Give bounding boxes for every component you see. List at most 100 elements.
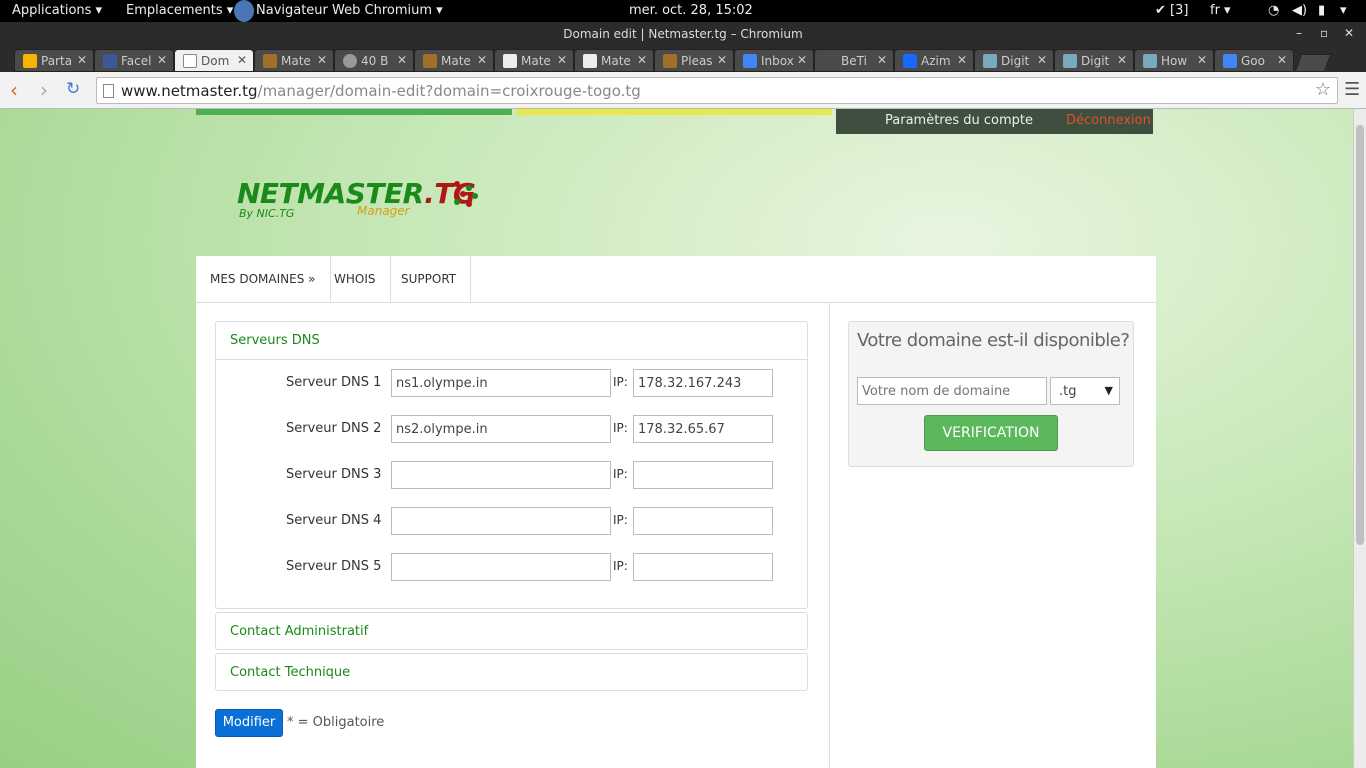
tab[interactable]: Parta ✕ (14, 49, 94, 72)
nav-whois[interactable]: WHOIS (320, 256, 391, 303)
dns-4-host-input[interactable] (391, 507, 611, 535)
modify-button[interactable]: Modifier (215, 709, 283, 737)
close-tab-icon[interactable]: ✕ (877, 53, 887, 67)
clock[interactable]: mer. oct. 28, 15:02 (629, 3, 753, 18)
close-tab-icon[interactable]: ✕ (1037, 53, 1047, 67)
dns-2-ip-input[interactable] (633, 415, 773, 443)
close-tab-icon[interactable]: ✕ (77, 53, 87, 67)
battery-icon[interactable]: ▮ (1318, 3, 1325, 18)
system-top-bar: Applications ▾ Emplacements ▾ Navigateur… (0, 0, 1366, 22)
updates-indicator[interactable]: ✔ [3] (1155, 3, 1188, 18)
volume-icon[interactable]: ◀) (1292, 3, 1307, 18)
minimize-icon[interactable]: – (1296, 26, 1302, 40)
back-icon[interactable]: ‹ (10, 78, 18, 102)
close-tab-icon[interactable]: ✕ (957, 53, 967, 67)
dns-1-ip-label: IP: (613, 375, 628, 389)
url-host: www.netmaster.tg (121, 82, 258, 100)
page-scrollbar[interactable] (1353, 109, 1366, 768)
tab[interactable]: Goo ✕ (1214, 49, 1294, 72)
tab-label: Inbox (761, 54, 794, 68)
close-tab-icon[interactable]: ✕ (157, 53, 167, 67)
tab[interactable]: BeTi ✕ (814, 49, 894, 72)
nav-my-domains[interactable]: MES DOMAINES » (196, 256, 331, 303)
active-app-menu[interactable]: Navigateur Web Chromium ▾ (256, 3, 443, 18)
system-menu-icon[interactable]: ▾ (1340, 3, 1347, 18)
close-tab-icon[interactable]: ✕ (237, 53, 247, 67)
site-icon (663, 54, 677, 68)
tab[interactable]: Mate ✕ (574, 49, 654, 72)
places-menu[interactable]: Emplacements ▾ (126, 3, 233, 18)
close-window-icon[interactable]: ✕ (1344, 26, 1354, 40)
admin-contact-panel[interactable]: Contact Administratif (215, 612, 808, 650)
account-bar: Paramètres du compte Déconnexion (836, 109, 1153, 134)
forward-icon[interactable]: › (40, 78, 48, 102)
chevron-down-icon: ▼ (1104, 384, 1113, 397)
tab[interactable]: How ✕ (1134, 49, 1214, 72)
tab[interactable]: 40 B ✕ (334, 49, 414, 72)
dns-3-host-input[interactable] (391, 461, 611, 489)
close-tab-icon[interactable]: ✕ (717, 53, 727, 67)
close-tab-icon[interactable]: ✕ (317, 53, 327, 67)
new-tab-button[interactable] (1294, 54, 1332, 72)
dns-5-host-input[interactable] (391, 553, 611, 581)
dns-1-host-input[interactable] (391, 369, 611, 397)
dns-5-label: Serveur DNS 5 (286, 559, 382, 574)
tab[interactable]: Mate ✕ (494, 49, 574, 72)
dns-4-ip-input[interactable] (633, 507, 773, 535)
gear-icon (343, 54, 357, 68)
tech-contact-title: Contact Technique (230, 665, 351, 680)
close-tab-icon[interactable]: ✕ (477, 53, 487, 67)
tab-strip: Parta ✕ Facel ✕ Dom ✕ Mate ✕ 40 B ✕ Mate ✕ Mat… (0, 46, 1366, 72)
inbox-icon (743, 54, 757, 68)
tab[interactable]: Mate ✕ (414, 49, 494, 72)
close-tab-icon[interactable]: ✕ (557, 53, 567, 67)
tab[interactable]: Mate ✕ (254, 49, 334, 72)
domain-search-box: Votre domaine est-il disponible? .tg ▼ V… (848, 321, 1134, 467)
address-bar[interactable]: www.netmaster.tg/manager/domain-edit?dom… (96, 77, 1338, 104)
drive-icon (23, 54, 37, 68)
tld-select-value: .tg (1059, 384, 1077, 399)
dns-3-ip-input[interactable] (633, 461, 773, 489)
tab[interactable]: Inbox ✕ (734, 49, 814, 72)
verification-button[interactable]: VERIFICATION (924, 415, 1058, 451)
close-tab-icon[interactable]: ✕ (1277, 53, 1287, 67)
tab[interactable]: Digit ✕ (1054, 49, 1134, 72)
wifi-icon[interactable]: ◔ (1268, 3, 1279, 18)
applications-label: Applications (12, 3, 92, 18)
site-icon (263, 54, 277, 68)
dns-1-ip-input[interactable] (633, 369, 773, 397)
page-icon (183, 54, 197, 68)
scrollbar-thumb[interactable] (1356, 125, 1364, 545)
close-tab-icon[interactable]: ✕ (797, 53, 807, 67)
nav-support[interactable]: SUPPORT (387, 256, 472, 303)
close-tab-icon[interactable]: ✕ (1197, 53, 1207, 67)
tab[interactable]: Pleas ✕ (654, 49, 734, 72)
tab[interactable]: Facel ✕ (94, 49, 174, 72)
tab-active[interactable]: Dom ✕ (174, 49, 254, 72)
applications-menu[interactable]: Applications ▾ (12, 3, 102, 18)
domain-name-input[interactable] (857, 377, 1047, 405)
maximize-icon[interactable]: ▫ (1320, 26, 1328, 40)
account-settings-link[interactable]: Paramètres du compte (885, 113, 1033, 128)
tab-label: Mate (521, 54, 551, 68)
menu-icon[interactable]: ☰ (1344, 79, 1360, 100)
tld-select[interactable]: .tg ▼ (1050, 377, 1120, 405)
tech-contact-panel[interactable]: Contact Technique (215, 653, 808, 691)
logout-link[interactable]: Déconnexion (1066, 113, 1151, 128)
tab-label: Goo (1241, 54, 1265, 68)
bookmark-star-icon[interactable]: ☆ (1315, 79, 1331, 100)
page-icon (583, 54, 597, 68)
dns-5-ip-input[interactable] (633, 553, 773, 581)
top-stripe-green (196, 109, 512, 115)
tab[interactable]: Azim ✕ (894, 49, 974, 72)
tab[interactable]: Digit ✕ (974, 49, 1054, 72)
dns-2-host-input[interactable] (391, 415, 611, 443)
keyboard-layout[interactable]: fr ▾ (1210, 3, 1231, 18)
dns-panel: Serveurs DNS Serveur DNS 1 IP: Serveur D… (215, 321, 808, 609)
dns-panel-header[interactable]: Serveurs DNS (216, 322, 807, 360)
close-tab-icon[interactable]: ✕ (1117, 53, 1127, 67)
tab-label: 40 B (361, 54, 389, 68)
reload-icon[interactable]: ↻ (66, 79, 80, 99)
close-tab-icon[interactable]: ✕ (637, 53, 647, 67)
close-tab-icon[interactable]: ✕ (397, 53, 407, 67)
